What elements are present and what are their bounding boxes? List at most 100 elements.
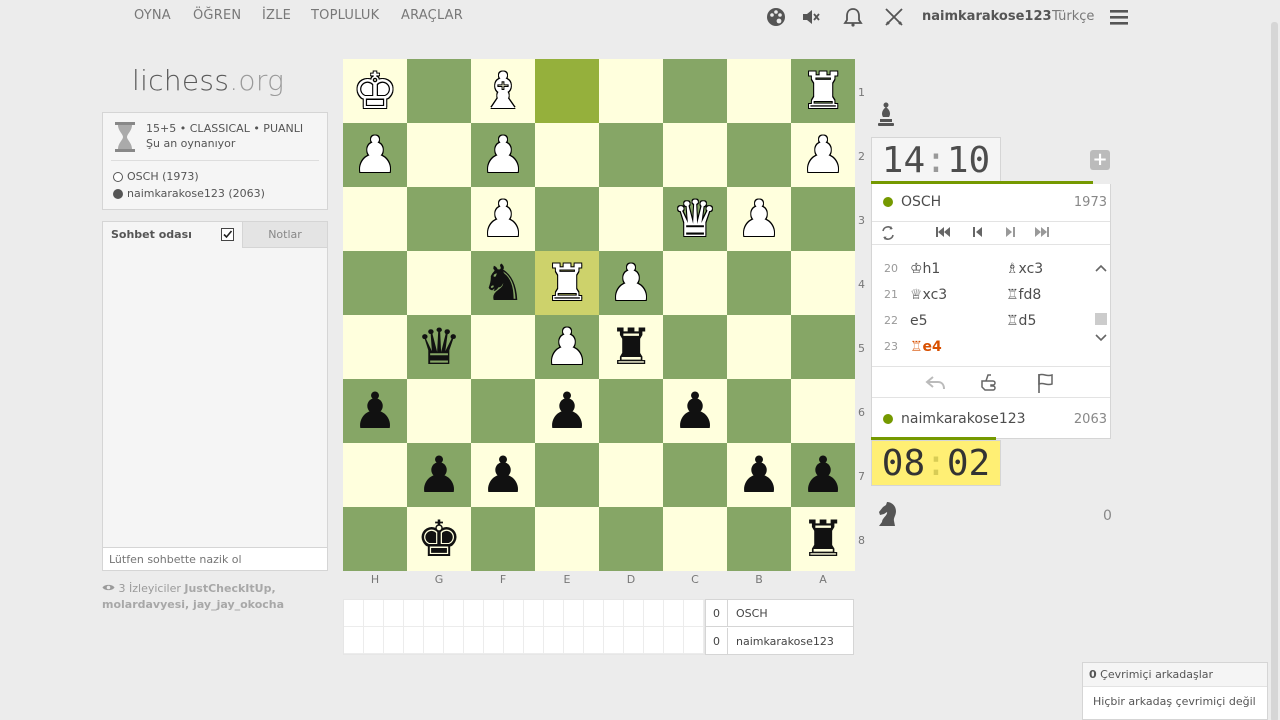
white-bishop-piece[interactable]: ♝	[481, 59, 526, 123]
board-square-d3[interactable]	[599, 187, 663, 251]
site-logo[interactable]: lichess.org	[132, 64, 284, 97]
board-square-a4[interactable]	[791, 251, 855, 315]
board-square-d8[interactable]	[599, 507, 663, 571]
black-pawn-piece[interactable]: ♟	[417, 443, 462, 507]
black-king-piece[interactable]: ♚	[417, 507, 462, 571]
board-square-f1[interactable]: ♝	[471, 59, 535, 123]
board-square-a6[interactable]	[791, 379, 855, 443]
resign-flag-icon[interactable]	[1034, 372, 1058, 394]
previous-move-icon[interactable]	[972, 225, 984, 243]
board-square-b1[interactable]	[727, 59, 791, 123]
chat-input[interactable]	[102, 547, 328, 571]
board-square-f4[interactable]: ♞	[471, 251, 535, 315]
black-pawn-piece[interactable]: ♟	[737, 443, 782, 507]
black-queen-piece[interactable]: ♛	[417, 315, 462, 379]
chess-board[interactable]: ♚ ♝ ♜ ♟ ♟ ♟ ♟ ♛ ♟ ♞ ♜ ♟ ♛ ♟ ♜ ♟ ♟ ♟ ♟ ♟ ♟ ♟ ♚ ♜	[343, 59, 855, 571]
board-square-a8[interactable]: ♜	[791, 507, 855, 571]
board-square-g1[interactable]	[407, 59, 471, 123]
own-player-row[interactable]: naimkarakose123 2063	[872, 403, 1110, 435]
white-rook-piece[interactable]: ♜	[545, 251, 590, 315]
board-square-h5[interactable]	[343, 315, 407, 379]
language-selector[interactable]: Türkçe	[1052, 9, 1094, 24]
page-scrollbar-thumb[interactable]	[1271, 22, 1278, 720]
nav-learn[interactable]: ÖĞREN	[193, 8, 241, 23]
online-friends-header[interactable]: 0 Çevrimiçi arkadaşlar	[1083, 663, 1267, 687]
page-scrollbar[interactable]	[1268, 0, 1280, 720]
board-square-f5[interactable]	[471, 315, 535, 379]
board-square-a2[interactable]: ♟	[791, 123, 855, 187]
board-square-e1[interactable]	[535, 59, 599, 123]
crosstable-player[interactable]: naimkarakose123	[728, 635, 834, 648]
add-time-button[interactable]: +	[1090, 150, 1110, 170]
white-move[interactable]: ♖e4	[910, 334, 942, 352]
board-square-e8[interactable]	[535, 507, 599, 571]
black-pawn-piece[interactable]: ♟	[481, 443, 526, 507]
board-square-a3[interactable]	[791, 187, 855, 251]
board-square-g8[interactable]: ♚	[407, 507, 471, 571]
hamburger-menu-icon[interactable]	[1109, 8, 1131, 30]
black-move[interactable]: ♖d5	[1006, 308, 1036, 334]
board-square-d4[interactable]: ♟	[599, 251, 663, 315]
board-square-f6[interactable]	[471, 379, 535, 443]
board-square-b5[interactable]	[727, 315, 791, 379]
white-pawn-piece[interactable]: ♟	[609, 251, 654, 315]
board-square-d6[interactable]	[599, 379, 663, 443]
move-list-scrollbar[interactable]	[1094, 246, 1108, 352]
board-square-h2[interactable]: ♟	[343, 123, 407, 187]
white-rook-piece[interactable]: ♜	[801, 59, 846, 123]
board-square-h8[interactable]	[343, 507, 407, 571]
board-square-d5[interactable]: ♜	[599, 315, 663, 379]
board-square-f2[interactable]: ♟	[471, 123, 535, 187]
mute-icon[interactable]	[800, 6, 822, 28]
board-square-d2[interactable]	[599, 123, 663, 187]
next-move-icon[interactable]	[1004, 225, 1016, 243]
white-move[interactable]: ♕xc3	[910, 282, 947, 308]
board-square-b6[interactable]	[727, 379, 791, 443]
username-menu[interactable]: naimkarakose123	[922, 9, 1052, 24]
flip-board-icon[interactable]	[880, 225, 896, 245]
black-rook-piece[interactable]: ♜	[801, 507, 846, 571]
white-king-piece[interactable]: ♚	[353, 59, 398, 123]
board-square-a5[interactable]	[791, 315, 855, 379]
offer-draw-icon[interactable]	[978, 372, 1002, 394]
white-pawn-piece[interactable]: ♟	[481, 123, 526, 187]
white-pawn-piece[interactable]: ♟	[737, 187, 782, 251]
board-square-c6[interactable]: ♟	[663, 379, 727, 443]
crosstable-player[interactable]: OSCH	[728, 607, 768, 620]
white-move[interactable]: e5	[910, 308, 928, 334]
board-square-g3[interactable]	[407, 187, 471, 251]
black-pawn-piece[interactable]: ♟	[545, 379, 590, 443]
board-square-d7[interactable]	[599, 443, 663, 507]
white-pawn-piece[interactable]: ♟	[481, 187, 526, 251]
chat-enable-checkbox[interactable]	[221, 228, 234, 241]
black-move[interactable]: ♗xc3	[1006, 256, 1043, 282]
board-square-e6[interactable]: ♟	[535, 379, 599, 443]
black-knight-piece[interactable]: ♞	[481, 251, 526, 315]
board-square-c4[interactable]	[663, 251, 727, 315]
board-square-c1[interactable]	[663, 59, 727, 123]
board-square-g7[interactable]: ♟	[407, 443, 471, 507]
board-square-b3[interactable]: ♟	[727, 187, 791, 251]
opponent-player-row[interactable]: OSCH 1973	[872, 186, 1110, 218]
black-pawn-piece[interactable]: ♟	[353, 379, 398, 443]
board-square-h1[interactable]: ♚	[343, 59, 407, 123]
board-square-f8[interactable]	[471, 507, 535, 571]
board-square-h3[interactable]	[343, 187, 407, 251]
board-square-h4[interactable]	[343, 251, 407, 315]
board-square-c7[interactable]	[663, 443, 727, 507]
board-square-d1[interactable]	[599, 59, 663, 123]
board-square-a7[interactable]: ♟	[791, 443, 855, 507]
tab-chat-room[interactable]: Sohbet odası	[103, 222, 241, 248]
white-move[interactable]: ♔h1	[910, 256, 940, 282]
board-square-b4[interactable]	[727, 251, 791, 315]
board-square-c8[interactable]	[663, 507, 727, 571]
board-square-g4[interactable]	[407, 251, 471, 315]
black-move[interactable]: ♖fd8	[1006, 282, 1041, 308]
swords-icon[interactable]	[883, 6, 905, 28]
last-move-icon[interactable]	[1034, 225, 1050, 243]
nav-tools[interactable]: ARAÇLAR	[401, 8, 463, 23]
board-square-f3[interactable]: ♟	[471, 187, 535, 251]
move-list[interactable]: 20 ♔h1 ♗xc3 21 ♕xc3 ♖fd8 22 e5 ♖d5 23 ♖e4	[872, 246, 1110, 352]
board-square-f7[interactable]: ♟	[471, 443, 535, 507]
board-square-e5[interactable]: ♟	[535, 315, 599, 379]
